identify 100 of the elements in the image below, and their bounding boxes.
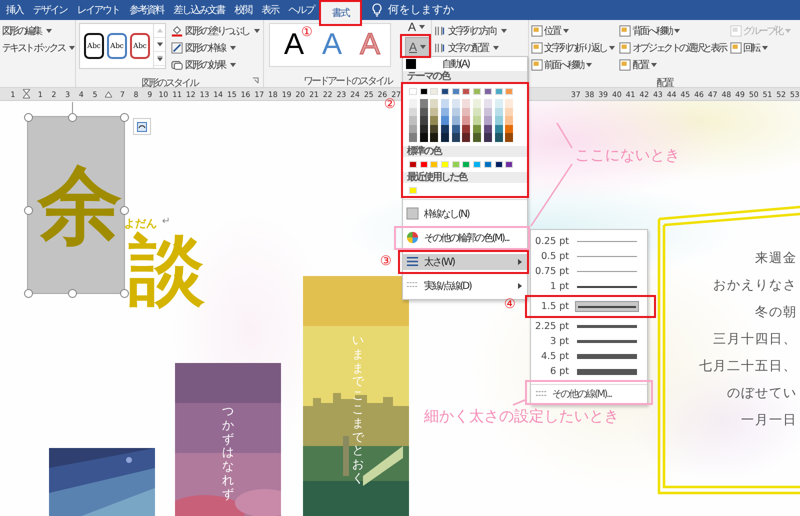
color-swatch[interactable] [441,133,450,142]
resize-handle[interactable] [68,113,77,122]
color-swatch[interactable] [441,88,450,95]
ribbon-command[interactable]: 文字列の方向 [433,23,527,39]
ribbon-tab[interactable]: ヘルプ [284,0,319,20]
ribbon-tab[interactable]: 書式 [319,0,362,26]
menu-item[interactable]: その他の線(M)... [531,384,647,401]
color-swatch[interactable] [409,116,417,124]
color-swatch[interactable] [462,160,470,168]
ribbon-tab[interactable]: 参考資料 [124,0,168,20]
color-swatch[interactable] [484,133,492,142]
layout-options-button[interactable] [133,118,151,135]
ribbon-tab[interactable]: 表示 [256,0,284,20]
ribbon-command[interactable]: 図形の枠線 [170,40,261,56]
color-swatch[interactable] [452,88,460,95]
color-swatch[interactable] [494,108,502,116]
menu-item[interactable]: 1.5 pt [531,299,647,314]
ribbon-command[interactable]: オブジェクトの選択と表示 [618,40,728,56]
color-swatch[interactable] [484,99,492,108]
menu-item[interactable]: 3 pt [531,334,647,349]
color-swatch[interactable] [430,160,438,168]
ribbon-command[interactable]: 背面へ移動 [618,23,728,39]
ribbon-command[interactable]: 位置 [530,23,616,39]
color-swatch[interactable] [441,160,450,168]
menu-item[interactable]: 1 pt [531,279,647,294]
color-swatch[interactable] [473,116,482,124]
resize-handle[interactable] [120,113,129,122]
color-swatch[interactable] [452,124,460,133]
color-swatch[interactable] [494,160,502,168]
color-swatch[interactable] [452,99,460,108]
color-swatch[interactable] [505,99,514,108]
color-swatch[interactable] [420,133,428,142]
color-swatch[interactable] [409,186,417,194]
color-swatch[interactable] [484,124,492,133]
text-fill-button[interactable]: A [405,20,430,34]
color-swatch[interactable] [409,99,417,108]
ribbon-command[interactable]: 図形の効果 [170,57,261,73]
color-swatch[interactable] [452,116,460,124]
ribbon-tab[interactable]: レイアウト [72,0,124,20]
color-swatch[interactable] [484,88,492,95]
tab-stop-marker[interactable] [105,88,112,100]
color-swatch[interactable] [409,88,417,95]
menu-item[interactable]: 枠線なし(N) [403,206,527,222]
color-swatch[interactable] [494,99,502,108]
color-swatch[interactable] [430,116,438,124]
color-swatch[interactable] [430,133,438,142]
color-swatch[interactable] [505,88,514,95]
resize-handle[interactable] [24,206,33,215]
color-swatch[interactable] [473,88,482,95]
resize-handle[interactable] [68,289,77,298]
color-swatch[interactable] [430,99,438,108]
ribbon-command[interactable]: 回転 [729,40,792,56]
lightbulb-icon[interactable] [372,3,382,17]
color-swatch[interactable] [462,99,470,108]
color-swatch[interactable] [473,99,482,108]
color-swatch[interactable] [505,133,514,142]
ribbon-tab[interactable]: デザイン [28,0,72,20]
wordart-style[interactable]: A [322,30,342,60]
color-swatch[interactable] [462,116,470,124]
selected-shape[interactable] [28,117,124,293]
resize-handle[interactable] [120,206,129,215]
color-swatch[interactable] [420,99,428,108]
menu-item[interactable]: 2.25 pt [531,319,647,334]
color-swatch[interactable] [441,116,450,124]
menu-item[interactable]: 太さ(W) [403,254,527,270]
color-swatch[interactable] [430,88,438,95]
color-swatch[interactable] [494,88,502,95]
color-swatch[interactable] [409,160,417,168]
color-swatch[interactable] [494,116,502,124]
color-swatch[interactable] [452,133,460,142]
color-swatch[interactable] [494,124,502,133]
color-swatch[interactable] [505,160,514,168]
ribbon-command[interactable]: 図形の塗りつぶし [170,23,261,39]
color-swatch[interactable] [409,133,417,142]
resize-handle[interactable] [24,113,33,122]
menu-item[interactable]: 0.5 pt [531,249,647,264]
ribbon-tab[interactable]: 校閲 [230,0,256,20]
ribbon-command[interactable]: 文字の配置 [433,40,527,56]
color-swatch[interactable] [420,116,428,124]
color-swatch[interactable] [420,160,428,168]
color-swatch[interactable] [484,116,492,124]
resize-handle[interactable] [24,289,33,298]
ribbon-command[interactable]: 前面へ移動 [530,57,616,73]
menu-item[interactable]: 0.25 pt [531,234,647,249]
ribbon-command[interactable]: 配置 [618,57,728,73]
color-swatch[interactable] [420,108,428,116]
color-swatch[interactable] [473,160,482,168]
color-swatch[interactable] [441,99,450,108]
menu-item[interactable]: 実線/点線(D) [403,278,527,294]
color-swatch[interactable] [452,160,460,168]
color-swatch[interactable] [484,108,492,116]
color-swatch[interactable] [462,133,470,142]
ribbon-tab[interactable]: 挿入 [1,0,28,20]
color-swatch[interactable] [420,124,428,133]
text-outline-button[interactable]: A [405,37,430,57]
menu-item[interactable]: 4.5 pt [531,349,647,364]
color-swatch[interactable] [473,133,482,142]
ribbon-command[interactable]: テキスト ボックス [1,40,74,56]
tell-me-field[interactable]: 何をしますか [388,0,454,20]
color-swatch[interactable] [452,108,460,116]
